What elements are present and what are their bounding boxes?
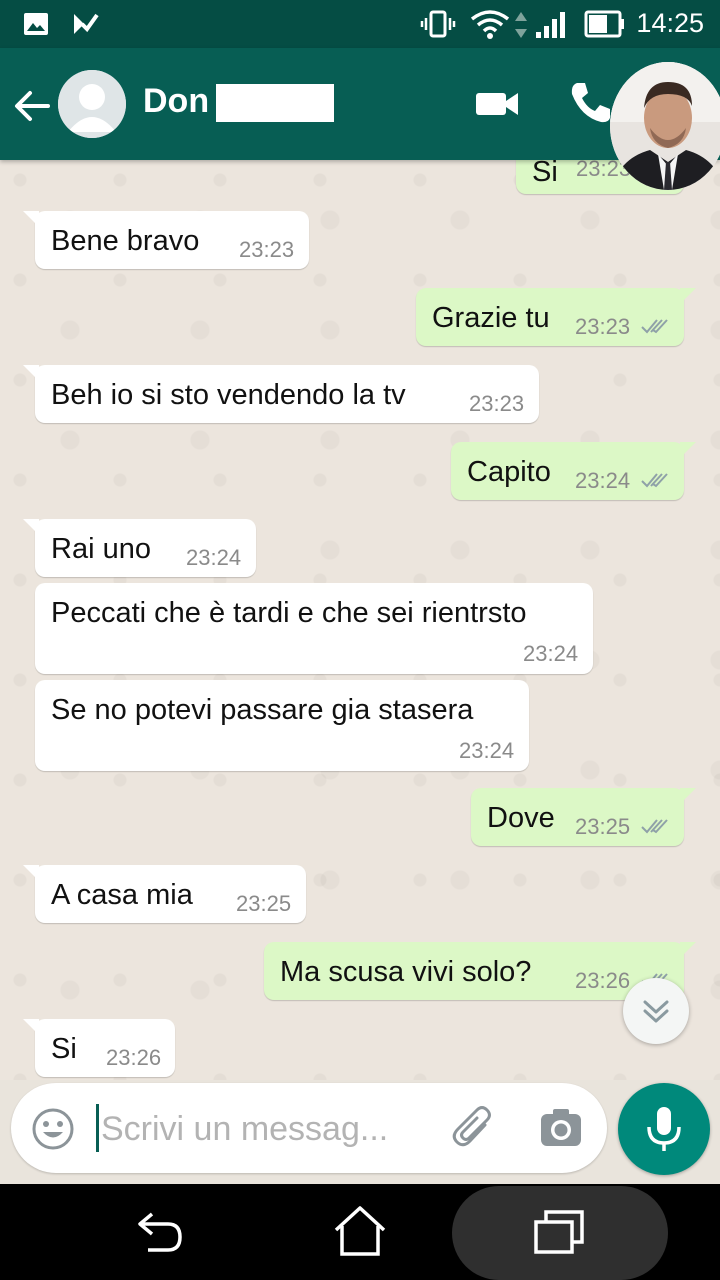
message-time: 23:25 bbox=[575, 814, 631, 839]
message-incoming[interactable]: Beh io si sto vendendo la tv 23:23 bbox=[23, 365, 539, 423]
bubble-tail bbox=[680, 442, 696, 458]
message-incoming[interactable]: Peccati che è tardi e che sei rientrsto … bbox=[35, 583, 593, 674]
system-navigation-bar bbox=[0, 1184, 720, 1280]
emoji-icon[interactable] bbox=[31, 1107, 75, 1151]
message-text: Si bbox=[51, 1033, 77, 1065]
message-time: 23:26 bbox=[575, 968, 631, 993]
message-time: 23:24 bbox=[523, 641, 579, 666]
message-composer bbox=[11, 1083, 607, 1173]
profile-photo-image bbox=[610, 62, 720, 190]
bubble-tail bbox=[23, 365, 39, 381]
bubble-tail bbox=[23, 865, 39, 881]
recent-apps-icon[interactable] bbox=[532, 1206, 588, 1256]
read-ticks-icon bbox=[641, 473, 668, 488]
contact-name[interactable]: Don bbox=[143, 82, 209, 121]
message-time: 23:24 bbox=[186, 545, 242, 570]
message-text: Beh io si sto vendendo la tv bbox=[51, 379, 406, 411]
message-text: A casa mia bbox=[51, 879, 193, 911]
camera-icon[interactable] bbox=[539, 1107, 583, 1149]
message-text: Rai uno bbox=[51, 533, 151, 565]
message-time: 23:23 bbox=[575, 314, 631, 339]
name-redaction bbox=[216, 84, 334, 122]
status-bar: 14:25 bbox=[0, 0, 720, 48]
message-time: 23:24 bbox=[459, 738, 515, 763]
message-text: Dove bbox=[487, 802, 555, 834]
back-icon[interactable] bbox=[134, 1208, 186, 1256]
message-text: Se no potevi passare gia stasera bbox=[51, 694, 474, 726]
message-text: Peccati che è tardi e che sei rientrsto bbox=[51, 597, 527, 629]
message-text: Capito bbox=[467, 456, 551, 488]
paperclip-icon[interactable] bbox=[451, 1103, 497, 1153]
back-arrow-icon[interactable] bbox=[12, 86, 52, 126]
message-text: Si bbox=[532, 160, 558, 188]
message-incoming[interactable]: Bene bravo 23:23 bbox=[23, 211, 309, 269]
voice-message-button[interactable] bbox=[618, 1083, 710, 1175]
phone-icon[interactable] bbox=[568, 80, 612, 124]
bubble-tail bbox=[23, 211, 39, 227]
message-outgoing[interactable]: Grazie tu 23:23 bbox=[416, 288, 696, 346]
bubble-tail bbox=[23, 1019, 39, 1035]
message-incoming[interactable]: A casa mia 23:25 bbox=[23, 865, 306, 923]
message-outgoing[interactable]: Dove 23:25 bbox=[471, 788, 696, 846]
message-text: Ma scusa vivi solo? bbox=[280, 956, 532, 988]
bubble-tail bbox=[680, 288, 696, 304]
home-icon[interactable] bbox=[332, 1204, 388, 1258]
read-ticks-icon bbox=[641, 319, 668, 334]
bubble-tail bbox=[23, 519, 39, 535]
battery-icon bbox=[584, 10, 624, 38]
message-time: 23:26 bbox=[106, 1045, 162, 1070]
message-outgoing[interactable]: Ma scusa vivi solo? 23:26 bbox=[264, 942, 696, 1000]
scroll-to-bottom-button[interactable] bbox=[623, 978, 689, 1044]
message-time: 23:23 bbox=[239, 237, 295, 262]
message-text: Bene bravo bbox=[51, 225, 200, 257]
signal-icon bbox=[536, 12, 565, 38]
microphone-icon bbox=[647, 1107, 681, 1151]
chat-area[interactable]: Si 23:23 Bene bravo 23:23 Grazie tu 23:2… bbox=[0, 160, 720, 1080]
message-incoming[interactable]: Rai uno 23:24 bbox=[23, 519, 256, 577]
bubble-tail bbox=[680, 942, 696, 958]
message-outgoing[interactable]: Capito 23:24 bbox=[451, 442, 696, 500]
default-avatar-icon bbox=[58, 70, 126, 138]
wifi-icon bbox=[470, 10, 510, 39]
message-input[interactable] bbox=[99, 1101, 423, 1157]
bubble-tail bbox=[680, 788, 696, 804]
contact-avatar[interactable] bbox=[58, 70, 126, 138]
message-time: 23:23 bbox=[469, 391, 525, 416]
double-chevron-down-icon bbox=[643, 1000, 669, 1023]
video-call-icon[interactable] bbox=[474, 88, 520, 120]
read-ticks-icon bbox=[641, 819, 668, 834]
message-text: Grazie tu bbox=[432, 302, 550, 334]
message-incoming[interactable]: Se no potevi passare gia stasera 23:24 bbox=[35, 680, 529, 771]
vibrate-icon bbox=[420, 10, 456, 38]
status-clock: 14:25 bbox=[636, 8, 704, 38]
message-time: 23:24 bbox=[575, 468, 631, 493]
contact-profile-photo[interactable] bbox=[610, 62, 720, 190]
gallery-icon bbox=[24, 13, 48, 35]
data-arrows-icon bbox=[515, 12, 527, 38]
message-time: 23:25 bbox=[236, 891, 292, 916]
task-check-icon bbox=[74, 13, 99, 34]
message-incoming[interactable]: Si 23:26 bbox=[23, 1019, 175, 1077]
